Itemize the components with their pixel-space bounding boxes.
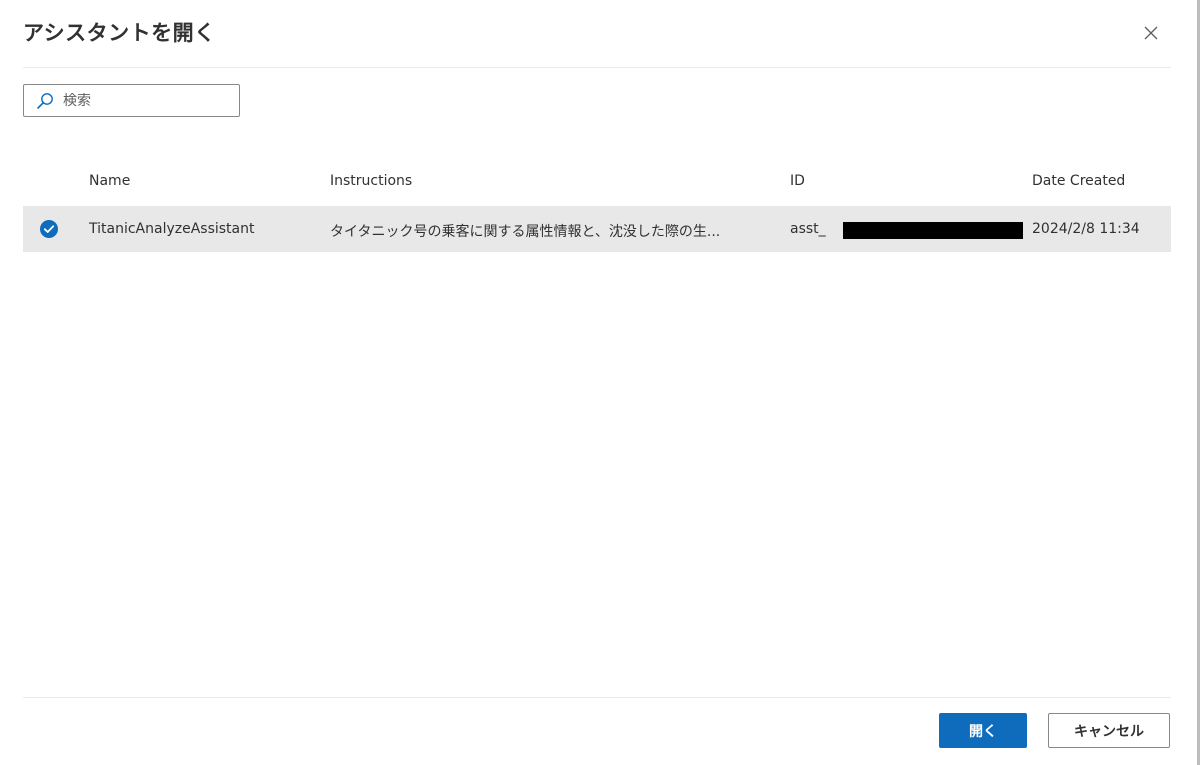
open-button[interactable]: 開く [939,713,1027,748]
close-button[interactable] [1138,21,1164,47]
dialog-title: アシスタントを開く [23,21,216,45]
header-divider [23,67,1171,68]
selected-check-icon[interactable] [40,220,58,238]
search-icon [35,91,55,111]
table-row[interactable]: TitanicAnalyzeAssistant タイタニック号の乗客に関する属性… [23,206,1171,252]
row-name: TitanicAnalyzeAssistant [89,221,255,237]
open-assistant-dialog: アシスタントを開く Name Instructions ID Date Crea… [0,0,1200,765]
redacted-id-block [843,222,1023,239]
row-instructions: タイタニック号の乗客に関する属性情報と、沈没した際の生... [330,224,721,240]
close-icon [1144,25,1158,44]
search-box[interactable] [23,84,240,117]
row-date-created: 2024/2/8 11:34 [1032,221,1140,237]
column-header-date-created[interactable]: Date Created [1032,173,1125,189]
column-header-id[interactable]: ID [790,173,805,189]
column-header-name[interactable]: Name [89,173,130,189]
search-input[interactable] [63,92,233,109]
row-id: asst_ [790,221,826,237]
table-header: Name Instructions ID Date Created [23,160,1171,204]
column-header-instructions[interactable]: Instructions [330,173,412,189]
cancel-button[interactable]: キャンセル [1048,713,1170,748]
footer-divider [23,697,1171,698]
